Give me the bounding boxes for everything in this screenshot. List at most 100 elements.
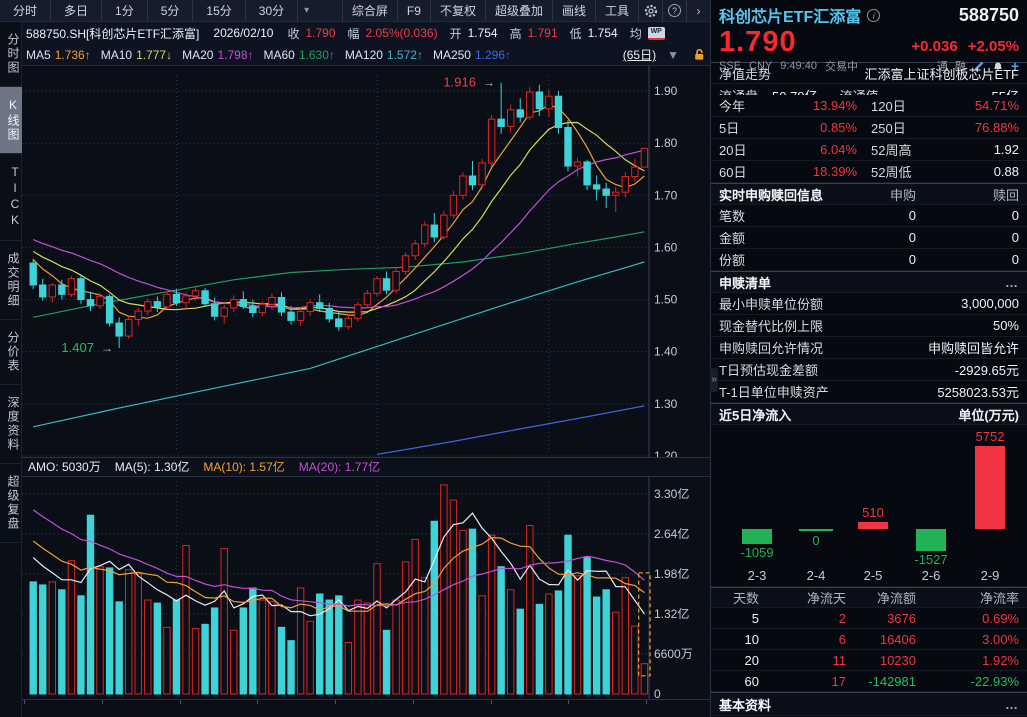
symbol-label: 588750.SH[科创芯片ETF汇添富] — [26, 25, 199, 42]
flow-row-10: 10 6 16406 3.00% — [711, 629, 1027, 650]
redemption-row-t1-asset: T-1日单位申赎资产5258023.53元 — [711, 381, 1027, 403]
basic-info-header: 基本资料 … — [711, 692, 1027, 716]
perf-row-ytd: 今年13.94% 120日54.71% — [711, 95, 1027, 117]
inflow-value-label: 5752 — [960, 429, 1020, 444]
sidebar-item-kline-chart[interactable]: K线图 — [0, 87, 22, 154]
inflow-category-label: 2-3 — [727, 568, 787, 583]
quote-time: 9:49:40 — [780, 60, 817, 72]
open-value: 1.754 — [468, 26, 498, 40]
realtime-subscribe-header: 实时申购赎回信息 申购 赎回 — [711, 183, 1027, 205]
ma250-legend: MA250 1.296↑ — [433, 48, 511, 62]
inflow-bar — [858, 522, 888, 529]
close-value: 1.790 — [305, 26, 335, 40]
left-sidebar: 分时图 K线图 TICK 成交明细 分价表 深度资料 超级复盘 — [0, 22, 22, 717]
more-button[interactable]: … — [1005, 697, 1019, 712]
expand-right-icon[interactable]: › — [686, 0, 710, 22]
menu-super-overlay[interactable]: 超级叠加 — [485, 0, 552, 22]
menu-composite-screen[interactable]: 综合屏 — [342, 0, 397, 22]
x-axis-strip — [22, 699, 710, 717]
flow-row-20: 20 11 10230 1.92% — [711, 650, 1027, 671]
fund-name: 科创芯片ETF汇添富 — [719, 3, 861, 27]
volume-legend-bar: AMO: 5030万 MA(5): 1.30亿 MA(10): 1.57亿 MA… — [22, 457, 710, 477]
svg-text:6600万: 6600万 — [654, 647, 693, 661]
inflow-category-label: 2-4 — [786, 568, 846, 583]
ma10-legend: MA10 1.777↓ — [101, 48, 172, 62]
net-inflow-header: 近5日净流入 单位(万元) — [711, 403, 1027, 425]
nav-trend-row[interactable]: 净值走势 汇添富上证科创板芯片ETF — [711, 62, 1027, 84]
ma120-legend: MA120 1.572↑ — [345, 48, 423, 62]
flow-table-header: 天数 净流天 净流额 净流率 — [711, 587, 1027, 608]
lock-icon[interactable] — [693, 48, 706, 61]
inflow-category-label: 2-9 — [960, 568, 1020, 583]
volume-svg: 3.30亿2.64亿1.98亿1.32亿6600万0 — [22, 477, 710, 699]
inflow-bar — [742, 529, 772, 544]
sidebar-item-trade-detail[interactable]: 成交明细 — [0, 241, 22, 320]
clipped-float-row: 流通盘 50.79亿 流通值 55亿 — [711, 84, 1027, 95]
chevron-down-icon[interactable]: ▼ — [667, 48, 679, 62]
period-selector[interactable]: (65日) — [623, 46, 656, 63]
inflow-value-label: -1059 — [727, 545, 787, 560]
price-change: +0.036 — [911, 38, 957, 55]
inflow-category-label: 2-5 — [843, 568, 903, 583]
redemption-row-allow: 申购赎回允许情况申购赎回皆允许 — [711, 337, 1027, 359]
svg-text:1.916: 1.916 — [443, 75, 476, 90]
svg-text:1.50: 1.50 — [654, 293, 678, 307]
volume-chart[interactable]: 3.30亿2.64亿1.98亿1.32亿6600万0 — [22, 477, 710, 699]
tab-1min[interactable]: 1分 — [102, 0, 148, 22]
inflow-bar — [975, 446, 1005, 529]
svg-text:0: 0 — [654, 687, 661, 699]
svg-text:→: → — [483, 76, 495, 90]
tab-multiday[interactable]: 多日 — [51, 0, 102, 22]
tab-15min[interactable]: 15分 — [193, 0, 245, 22]
sidebar-item-tick[interactable]: TICK — [0, 154, 22, 241]
menu-tools[interactable]: 工具 — [595, 0, 638, 22]
svg-text:1.32亿: 1.32亿 — [654, 606, 689, 621]
wp-indicator-icon[interactable]: WP — [648, 27, 665, 40]
vol-ma5: MA(5): 1.30亿 — [115, 458, 190, 476]
tab-5min[interactable]: 5分 — [148, 0, 194, 22]
low-value: 1.754 — [588, 26, 618, 40]
svg-text:1.30: 1.30 — [654, 397, 678, 411]
ma60-legend: MA60 1.630↑ — [264, 48, 335, 62]
tab-30min[interactable]: 30分 — [246, 0, 298, 22]
sidebar-item-price-table[interactable]: 分价表 — [0, 320, 22, 385]
date-label: 2026/02/10 — [213, 26, 273, 40]
gear-icon[interactable] — [638, 0, 662, 22]
sidebar-item-timeshare-chart[interactable]: 分时图 — [0, 22, 22, 87]
range-value: 2.05%(0.036) — [366, 26, 438, 40]
perf-row-5d: 5日0.85% 250日76.88% — [711, 117, 1027, 139]
trading-status: 交易中 — [825, 58, 858, 74]
flow-row-60: 60 17 -142981 -22.93% — [711, 671, 1027, 692]
svg-text:2.64亿: 2.64亿 — [654, 526, 689, 541]
redemption-row-cash-cap: 现金替代比例上限50% — [711, 315, 1027, 337]
more-button[interactable]: … — [1005, 275, 1019, 290]
sidebar-item-super-replay[interactable]: 超级复盘 — [0, 464, 22, 543]
kline-chart[interactable]: 1.901.801.701.601.501.401.301.201.916→1.… — [22, 66, 710, 457]
menu-f9[interactable]: F9 — [397, 0, 430, 22]
info-icon[interactable]: i — [867, 9, 880, 22]
redemption-list-header: 申赎清单 … — [711, 271, 1027, 293]
svg-text:1.70: 1.70 — [654, 188, 678, 202]
underlying-fund-name: 汇添富上证科创板芯片ETF — [864, 64, 1019, 83]
realtime-row-count: 笔数 0 0 — [711, 205, 1027, 227]
svg-text:→: → — [101, 341, 113, 355]
svg-text:1.90: 1.90 — [654, 84, 678, 98]
net-inflow-bar-chart: -10592-302-45102-5-15272-657522-9 — [711, 425, 1027, 587]
trading-app-window: 分时 多日 1分 5分 15分 30分 ▾ 综合屏 F9 不复权 超级叠加 画线… — [0, 0, 1027, 717]
ma20-legend: MA20 1.798↑ — [182, 48, 253, 62]
inflow-bar — [916, 529, 946, 551]
svg-text:3.30亿: 3.30亿 — [654, 486, 689, 501]
sidebar-item-depth-data[interactable]: 深度资料 — [0, 385, 22, 464]
chevron-down-icon[interactable]: ▾ — [298, 5, 315, 16]
menu-no-adjust[interactable]: 不复权 — [430, 0, 485, 22]
panel-collapse-handle[interactable]: » — [710, 368, 718, 392]
tab-timeshare[interactable]: 分时 — [0, 0, 51, 22]
svg-text:1.40: 1.40 — [654, 345, 678, 359]
perf-row-60d: 60日18.39% 52周低0.88 — [711, 161, 1027, 183]
vol-ma20: MA(20): 1.77亿 — [299, 458, 380, 476]
realtime-row-amount: 金额 0 0 — [711, 227, 1027, 249]
flow-row-5: 5 2 3676 0.69% — [711, 608, 1027, 629]
menu-draw-line[interactable]: 画线 — [552, 0, 595, 22]
redemption-row-min-unit: 最小申赎单位份额3,000,000 — [711, 293, 1027, 315]
help-icon[interactable]: ? — [662, 0, 686, 22]
